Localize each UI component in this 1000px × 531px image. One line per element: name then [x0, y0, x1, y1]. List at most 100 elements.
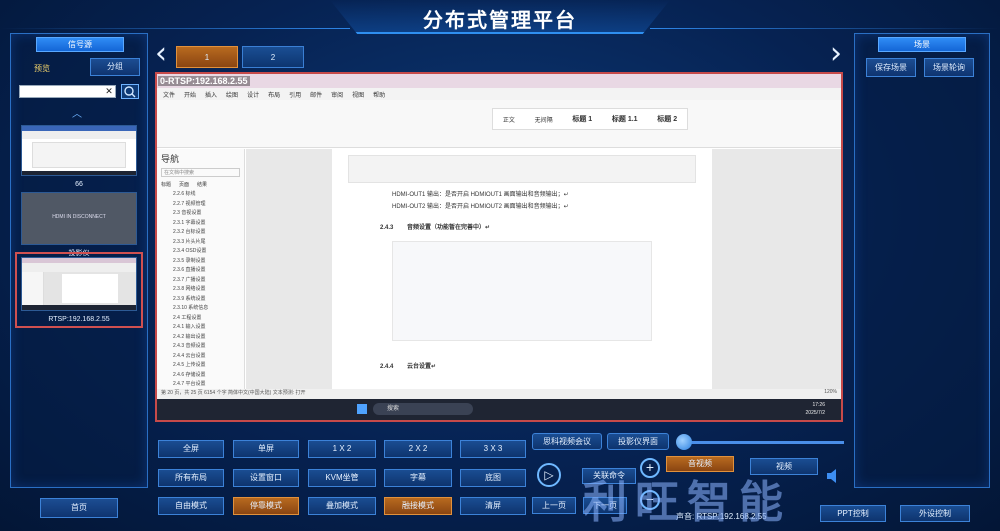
- nav-item: 2.4.4 云台设置: [173, 352, 206, 359]
- doc-line-1: HDMI-OUT1 输出：是否开启 HDMIOUT1 画面输出和音频输出；↵: [392, 192, 569, 198]
- projector-screen-button[interactable]: 投影仪界面: [607, 433, 669, 450]
- doc-screenshot-top: [348, 155, 696, 183]
- word-tab: 邮件: [310, 93, 323, 99]
- ppt-control-button[interactable]: PPT控制: [820, 505, 886, 522]
- taskbar-search: 搜索: [373, 403, 473, 415]
- heading-244-text: 云台设置↵: [407, 364, 437, 370]
- nav-item: 2.3.7 广播设置: [173, 276, 206, 283]
- nav-item: 2.3 音视设置: [173, 210, 202, 216]
- nav-item: 2.3.8 网络设置: [173, 286, 206, 292]
- nav-item: 2.3.10 系统信息: [173, 305, 209, 311]
- fusion-mode-button[interactable]: 融接模式: [384, 497, 452, 515]
- source-thumbnail-1[interactable]: [21, 125, 137, 176]
- brand-watermark: 利旺智能: [583, 477, 791, 528]
- group-button[interactable]: 分组: [90, 58, 140, 76]
- fullscreen-button[interactable]: 全屏: [158, 440, 224, 458]
- main-display-window[interactable]: 文件 开始 插入 绘图 设计 布局 引用 邮件 审阅 视图 帮助 正文 无间隔 标题 1 标题 1.…: [155, 72, 843, 422]
- nav-item: 2.2.7 视频管理: [173, 200, 206, 207]
- word-titlebar: [157, 74, 841, 88]
- layout-1x2-button[interactable]: 1 X 2: [308, 440, 376, 458]
- word-styles-gallery: 正文 无间隔 标题 1 标题 1.1 标题 2: [492, 108, 688, 130]
- subtitle-button[interactable]: 字幕: [384, 469, 452, 487]
- home-button[interactable]: 首页: [40, 498, 118, 518]
- word-tab: 插入: [205, 93, 218, 99]
- zoom-level: 120%: [824, 389, 837, 395]
- volume-slider-track[interactable]: [684, 441, 844, 444]
- word-tab: 开始: [184, 93, 197, 99]
- clear-screen-button[interactable]: 清屏: [460, 497, 526, 515]
- windows-taskbar: 搜索 17:26 2025/7/2: [157, 399, 841, 420]
- nav-tab: 标题: [161, 182, 172, 188]
- header-line-left: [0, 28, 350, 29]
- prev-page-arrow-icon[interactable]: ‹: [155, 39, 167, 69]
- heading-244-number: 2.4.4: [380, 364, 394, 370]
- preview-label[interactable]: 预览: [34, 63, 50, 74]
- search-button[interactable]: [121, 84, 139, 99]
- device-control-button[interactable]: 外设控制: [900, 505, 970, 522]
- scene-tag[interactable]: 场景: [878, 37, 966, 52]
- word-tab: 绘图: [226, 93, 239, 99]
- scene-panel: [854, 33, 990, 488]
- set-window-button[interactable]: 设置窗口: [233, 469, 299, 487]
- nav-item: 2.3.5 录制设置: [173, 257, 206, 264]
- clear-search-icon[interactable]: ✕: [103, 85, 115, 98]
- thumbnail-label-1: 66: [75, 181, 83, 188]
- status-text: 第 20 页，共 25 页 6154 个字 简体中文(中国大陆) 文本预测: 打…: [161, 390, 306, 396]
- page-tab-2[interactable]: 2: [242, 46, 304, 68]
- nav-item: 2.4.5 上传设置: [173, 362, 206, 368]
- nav-item: 2.3.1 字幕设置: [173, 219, 206, 226]
- word-status-bar: 第 20 页，共 25 页 6154 个字 简体中文(中国大陆) 文本预测: 打…: [157, 389, 841, 399]
- volume-slider-knob[interactable]: [676, 434, 692, 450]
- free-mode-button[interactable]: 自由模式: [158, 497, 224, 515]
- play-icon[interactable]: ▷: [537, 463, 561, 487]
- cisco-meeting-button[interactable]: 思科视频会议: [532, 433, 602, 450]
- style-heading-1-1: 标题 1.1: [611, 116, 638, 123]
- nav-item: 2.4.6 存储设置: [173, 371, 206, 378]
- header-line-right: [650, 28, 1000, 29]
- nav-item: 2.4.2 输出设置: [173, 333, 206, 340]
- screen-source-label: 0-RTSP:192.168.2.55: [158, 76, 250, 86]
- clock-time: 17:26: [812, 402, 825, 408]
- page-title: 分布式管理平台: [423, 10, 577, 32]
- base-image-button[interactable]: 底图: [460, 469, 526, 487]
- scroll-up-icon[interactable]: ︿: [72, 105, 82, 120]
- word-tab: 帮助: [373, 93, 386, 99]
- scene-tour-button[interactable]: 场景轮询: [924, 58, 974, 77]
- style-normal: 正文: [502, 117, 515, 124]
- nav-item: 2.2.6 标线: [173, 191, 196, 197]
- nav-item: 2.4.1 输入设置: [173, 324, 206, 330]
- nav-item: 2.3.9 系统设置: [173, 295, 206, 302]
- signal-source-tag[interactable]: 信号源: [36, 37, 124, 52]
- source-thumbnail-2[interactable]: HDMI IN DISCONNECT: [21, 192, 137, 245]
- nav-item: 2.4.3 音频设置: [173, 343, 206, 349]
- all-layouts-button[interactable]: 所有布局: [158, 469, 224, 487]
- style-heading-1: 标题 1: [572, 116, 593, 123]
- nav-item: 2.3.3 片头片尾: [173, 238, 206, 245]
- nav-item: 2.3.6 直播设置: [173, 267, 206, 273]
- kvm-button[interactable]: KVM坐管: [308, 469, 376, 487]
- source-thumbnail-3[interactable]: [21, 257, 137, 311]
- doc-line-2: HDMI-OUT2 输出：是否开启 HDMIOUT2 画面输出和音频输出；↵: [392, 204, 569, 210]
- overlay-mode-button[interactable]: 叠加模式: [308, 497, 376, 515]
- next-page-arrow-icon[interactable]: ›: [830, 39, 842, 69]
- nav-item: 2.3.4 OSD设置: [173, 248, 207, 254]
- prev-page-button[interactable]: 上一页: [532, 497, 576, 514]
- search-input[interactable]: [19, 85, 116, 98]
- clock-date: 2025/7/2: [805, 410, 825, 416]
- dock-mode-button[interactable]: 停靠模式: [233, 497, 299, 515]
- layout-2x2-button[interactable]: 2 X 2: [384, 440, 452, 458]
- word-ribbon-tabs: 文件 开始 插入 绘图 设计 布局 引用 邮件 审阅 视图 帮助: [157, 88, 841, 100]
- word-page: HDMI-OUT1 输出：是否开启 HDMIOUT1 画面输出和音频输出；↵ H…: [332, 149, 712, 389]
- save-scene-button[interactable]: 保存场景: [866, 58, 916, 77]
- search-icon: [124, 86, 136, 98]
- doc-screenshot-audio: [392, 241, 652, 341]
- word-tab: 布局: [268, 93, 281, 99]
- nav-tab: 页面: [179, 182, 190, 188]
- speaker-icon[interactable]: [826, 468, 840, 484]
- single-screen-button[interactable]: 单屏: [233, 440, 299, 458]
- nav-item: 2.3.2 台标设置: [173, 229, 206, 235]
- word-tab: 设计: [247, 93, 260, 99]
- style-no-spacing: 无间隔: [534, 117, 553, 124]
- page-tab-1[interactable]: 1: [176, 46, 238, 68]
- layout-3x3-button[interactable]: 3 X 3: [460, 440, 526, 458]
